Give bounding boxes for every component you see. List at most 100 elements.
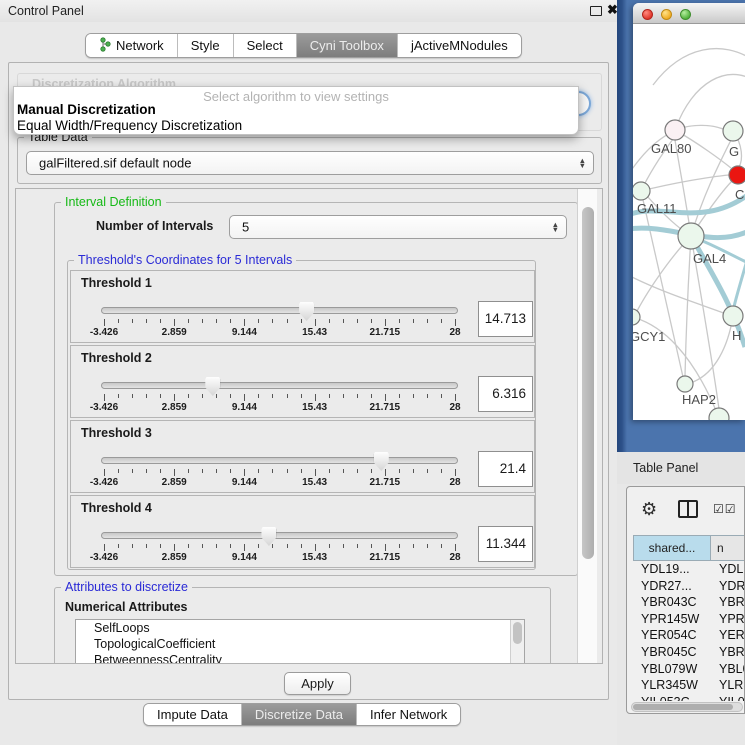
- settings-vertical-scrollbar[interactable]: [577, 189, 597, 663]
- tick-mark: [230, 544, 231, 548]
- select-columns-icon[interactable]: ☑☑: [713, 502, 737, 516]
- table-row[interactable]: YDR27...YDR2: [633, 578, 745, 595]
- apply-button[interactable]: Apply: [284, 672, 351, 695]
- table-row[interactable]: YPR145WYPR1: [633, 611, 745, 628]
- network-window-titlebar: [633, 3, 745, 24]
- threshold-value-field[interactable]: 11.344: [478, 526, 533, 562]
- column-header-shared-name[interactable]: shared...: [633, 535, 711, 561]
- tab-network[interactable]: Network: [86, 34, 178, 57]
- gear-icon[interactable]: ⚙: [641, 499, 657, 520]
- tick-mark: [188, 469, 189, 473]
- tick-label: 21.715: [370, 552, 401, 563]
- network-node-gal4[interactable]: [678, 223, 704, 249]
- tick-label: 9.144: [232, 402, 257, 413]
- tick-mark: [343, 469, 344, 473]
- table-header-row: shared... n: [633, 535, 745, 561]
- table-row[interactable]: YBL079WYBL0: [633, 661, 745, 678]
- tick-mark: [146, 394, 147, 398]
- threshold-value-field[interactable]: 21.4: [478, 451, 533, 487]
- tab-impute-data[interactable]: Impute Data: [144, 704, 242, 725]
- network-node[interactable]: [709, 408, 729, 420]
- network-node-h[interactable]: [723, 306, 743, 326]
- tab-select[interactable]: Select: [234, 34, 297, 57]
- minimize-window-icon[interactable]: [661, 9, 672, 20]
- tick-mark: [441, 394, 442, 398]
- tick-mark: [118, 469, 119, 473]
- cell-shared-name: YDR27...: [633, 578, 711, 595]
- algorithm-option-manual[interactable]: Manual Discretization: [17, 102, 570, 117]
- number-of-intervals-label: Number of Intervals: [96, 219, 213, 233]
- network-node-gal11[interactable]: [633, 182, 650, 200]
- table-row[interactable]: YBR043CYBR0: [633, 594, 745, 611]
- number-of-intervals-value: 5: [242, 220, 249, 235]
- attribute-list-item[interactable]: TopologicalCoefficient: [76, 636, 524, 652]
- table-row[interactable]: YER054CYER0: [633, 627, 745, 644]
- network-node-c[interactable]: [729, 166, 745, 184]
- network-node-gal80[interactable]: [665, 120, 685, 140]
- cyni-mode-tab-bar: Impute DataDiscretize DataInfer Network: [143, 703, 461, 726]
- table-row[interactable]: YIL053CYIL0: [633, 694, 745, 701]
- float-panel-icon[interactable]: [590, 6, 602, 16]
- network-canvas[interactable]: GAL80GCGAL11GAL4GCY1HHAP2: [633, 25, 745, 420]
- slider-thumb[interactable]: [374, 452, 389, 471]
- tab-infer-network[interactable]: Infer Network: [357, 704, 460, 725]
- app-root: Control Panel ✖ NetworkStyleSelectCyni T…: [0, 0, 745, 745]
- cell-name: YDR2: [711, 578, 745, 595]
- split-columns-icon[interactable]: [678, 500, 698, 518]
- tick-mark: [287, 319, 288, 323]
- tab-label: jActiveMNodules: [411, 38, 508, 53]
- slider-track[interactable]: [101, 532, 458, 539]
- slider-track[interactable]: [101, 382, 458, 389]
- tab-jactivemnodules[interactable]: jActiveMNodules: [398, 34, 521, 57]
- slider-track[interactable]: [101, 457, 458, 464]
- tab-style[interactable]: Style: [178, 34, 234, 57]
- network-edge: [635, 236, 691, 315]
- table-row[interactable]: YLR345WYLR3: [633, 677, 745, 694]
- tick-mark: [413, 469, 414, 473]
- tick-mark: [301, 319, 302, 323]
- slider-thumb[interactable]: [205, 377, 220, 396]
- threshold-value-field[interactable]: 6.316: [478, 376, 533, 412]
- tick-mark: [188, 544, 189, 548]
- threshold-label: Threshold 1: [81, 276, 152, 290]
- tick-mark: [202, 394, 203, 398]
- numerical-attributes-list: SelfLoopsTopologicalCoefficientBetweenne…: [75, 619, 525, 664]
- algorithm-option-equal-width[interactable]: Equal Width/Frequency Discretization: [17, 118, 570, 133]
- slider-track[interactable]: [101, 307, 458, 314]
- tick-mark: [160, 469, 161, 473]
- table-row[interactable]: YDL19...YDL1: [633, 561, 745, 578]
- attribute-list-item[interactable]: BetweennessCentrality: [76, 652, 524, 664]
- tick-mark: [385, 544, 386, 551]
- close-window-icon[interactable]: [642, 9, 653, 20]
- threshold-value-field[interactable]: 14.713: [478, 301, 533, 337]
- tab-discretize-data[interactable]: Discretize Data: [242, 704, 357, 725]
- tick-mark: [146, 319, 147, 323]
- tick-mark: [301, 544, 302, 548]
- tick-mark: [258, 544, 259, 548]
- tab-cyni-toolbox[interactable]: Cyni Toolbox: [297, 34, 398, 57]
- number-of-intervals-combo[interactable]: 5 ▲▼: [229, 215, 567, 239]
- table-hscrollbar-thumb[interactable]: [633, 704, 733, 710]
- tick-label: -3.426: [90, 327, 118, 338]
- threshold-label: Threshold 3: [81, 426, 152, 440]
- zoom-window-icon[interactable]: [680, 9, 691, 20]
- table-panel-toolbar: ⚙ ☑☑: [627, 487, 744, 533]
- cell-name: YDL1: [711, 561, 745, 578]
- column-header-name[interactable]: n: [711, 535, 745, 561]
- slider-thumb[interactable]: [261, 527, 276, 546]
- attribute-list-item[interactable]: SelfLoops: [76, 620, 524, 636]
- list-scrollbar-thumb[interactable]: [513, 622, 522, 644]
- interval-definition-group: Interval Definition Number of Intervals …: [54, 202, 578, 576]
- tick-mark: [301, 469, 302, 473]
- attributes-group-label: Attributes to discretize: [61, 580, 192, 594]
- cell-shared-name: YER054C: [633, 627, 711, 644]
- table-row[interactable]: YBR045CYBR0: [633, 644, 745, 661]
- network-node-hap2[interactable]: [677, 376, 693, 392]
- table-horizontal-scrollbar[interactable]: [631, 702, 743, 712]
- table-data-combo[interactable]: galFiltered.sif default node ▲▼: [26, 151, 594, 175]
- list-scrollbar[interactable]: [510, 620, 524, 664]
- network-node-gcy1[interactable]: [633, 309, 640, 325]
- network-node-g[interactable]: [723, 121, 743, 141]
- network-node-label: GAL80: [651, 141, 691, 156]
- settings-scrollbar-thumb[interactable]: [582, 207, 594, 559]
